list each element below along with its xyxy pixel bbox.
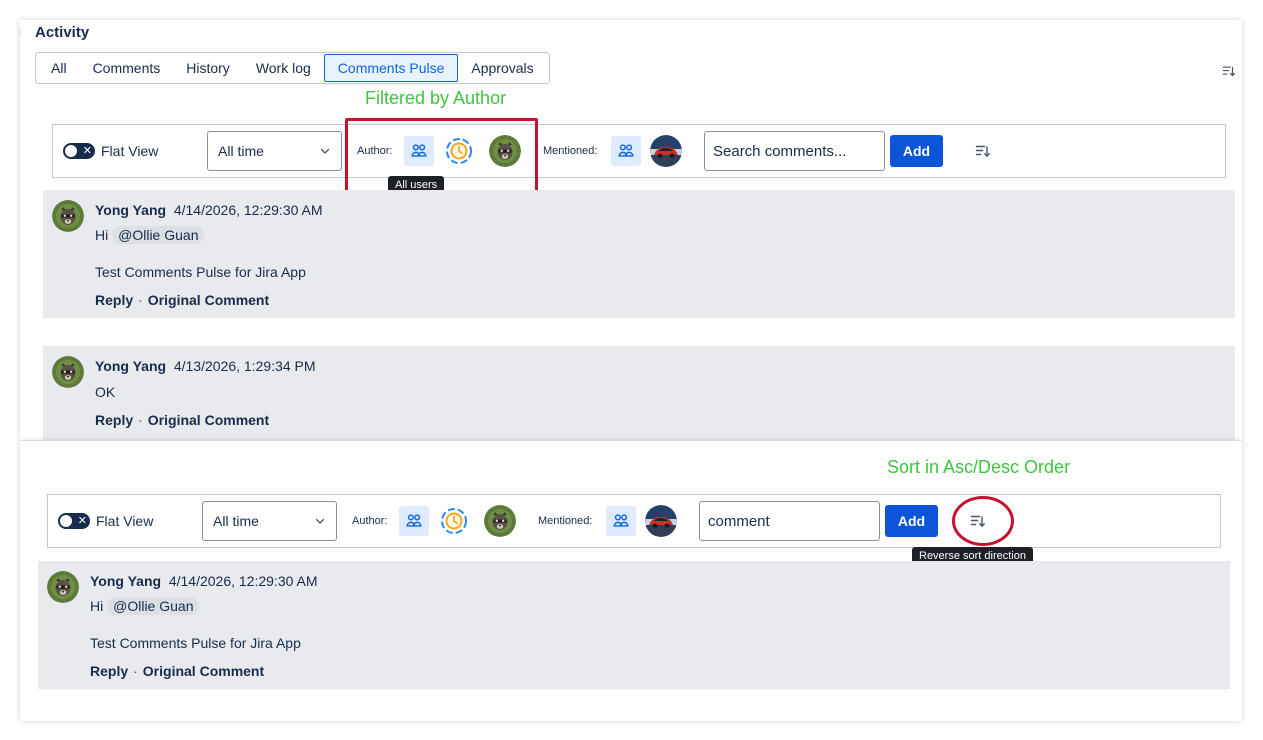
comment-timestamp: 4/13/2026, 1:29:34 PM [173,358,316,374]
comments-pulse-toolbar: ✕ Flat View All time Author: Mentioned: … [52,124,1226,178]
mentioned-all-users-button[interactable] [606,506,636,536]
activity-panel-bottom: Sort in Asc/Desc Order ✕ Flat View All t… [20,441,1242,721]
tab-approvals[interactable]: Approvals [458,54,546,82]
users-icon [617,142,635,160]
comment-avatar[interactable] [52,200,84,232]
tab-history[interactable]: History [173,54,243,82]
comment-text: Test Comments Pulse for Jira App [95,264,306,280]
flat-view-label: Flat View [96,513,154,529]
comment-actions: Reply · Original Comment [90,663,265,679]
tab-comments-pulse[interactable]: Comments Pulse [323,54,459,82]
reply-link[interactable]: Reply [95,292,133,308]
comment-actions: Reply · Original Comment [95,412,270,428]
activity-title: Activity [35,24,90,41]
users-icon [612,512,630,530]
mentioned-all-users-button[interactable] [611,136,641,166]
author-label: Author: [352,515,388,527]
original-comment-link[interactable]: Original Comment [148,292,269,308]
activity-panel-top: ‹ Activity All Comments History Work log… [20,20,1242,440]
raccoon-avatar-icon [52,200,84,232]
mentioned-label: Mentioned: [543,145,598,157]
flat-view-toggle[interactable]: ✕ Flat View [58,513,153,529]
raccoon-avatar-icon [484,505,516,537]
mention-chip[interactable]: @Ollie Guan [107,597,200,615]
original-comment-link[interactable]: Original Comment [148,412,269,428]
time-filter-select[interactable]: All time [202,501,337,541]
comment-line: Hi @Ollie Guan [95,226,205,244]
activity-tabs: All Comments History Work log Comments P… [35,52,550,84]
sort-icon [975,143,991,159]
comment-header: Yong Yang 4/14/2026, 12:29:30 AM [90,573,318,589]
comment-card: Yong Yang 4/14/2026, 12:29:30 AM Hi @Oll… [43,190,1235,318]
time-filter-select[interactable]: All time [207,131,342,171]
annotation-filtered-by-author: Filtered by Author [365,88,507,108]
comment-card: Yong Yang 4/13/2026, 1:29:34 PM OK Reply… [43,346,1235,440]
raccoon-avatar-icon [52,356,84,388]
reply-link[interactable]: Reply [90,663,128,679]
flat-view-label: Flat View [101,143,159,159]
reply-link[interactable]: Reply [95,412,133,428]
mention-chip[interactable]: @Ollie Guan [112,226,205,244]
mentioned-avatar-ollie-guan[interactable] [650,135,682,167]
comment-text: Test Comments Pulse for Jira App [90,635,301,651]
comment-author: Yong Yang [95,202,167,218]
comment-avatar[interactable] [52,356,84,388]
toggle-switch-icon: ✕ [58,513,90,529]
comment-header: Yong Yang 4/14/2026, 12:29:30 AM [95,202,323,218]
mentioned-avatar-ollie-guan[interactable] [645,505,677,537]
comments-pulse-toolbar: ✕ Flat View All time Author: Mentioned: … [47,494,1221,548]
highlight-sort-button [952,496,1014,546]
comment-author: Yong Yang [95,358,167,374]
annotation-sort-order: Sort in Asc/Desc Order [887,457,1071,477]
comment-actions: Reply · Original Comment [95,292,270,308]
mentioned-label: Mentioned: [538,515,593,527]
comment-text: Hi [95,227,113,243]
tab-work-log[interactable]: Work log [243,54,324,82]
toggle-switch-icon: ✕ [63,143,95,159]
sort-icon[interactable] [1222,64,1236,78]
car-avatar-icon [650,135,682,167]
add-button[interactable]: Add [885,505,938,537]
raccoon-avatar-icon [47,571,79,603]
clock-icon [438,505,470,537]
search-comments-input[interactable] [699,501,880,541]
comment-timestamp: 4/14/2026, 12:29:30 AM [173,202,323,218]
collapse-caret-icon[interactable]: ‹ [20,28,21,39]
search-comments-input[interactable] [704,131,885,171]
comment-avatar[interactable] [47,571,79,603]
tab-comments[interactable]: Comments [80,54,174,82]
chevron-down-icon [319,145,331,157]
car-avatar-icon [645,505,677,537]
author-all-users-button[interactable] [399,506,429,536]
original-comment-link[interactable]: Original Comment [143,663,264,679]
tab-all[interactable]: All [38,54,80,82]
time-filter-value: All time [218,143,264,159]
comment-text: OK [95,384,116,400]
add-button[interactable]: Add [890,135,943,167]
reverse-sort-button[interactable] [973,141,993,161]
comment-line: Hi @Ollie Guan [90,597,200,615]
author-recent-button[interactable] [438,505,470,537]
comment-author: Yong Yang [90,573,162,589]
time-filter-value: All time [213,513,259,529]
comment-header: Yong Yang 4/13/2026, 1:29:34 PM [95,358,316,374]
flat-view-toggle[interactable]: ✕ Flat View [63,143,158,159]
comment-card: Yong Yang 4/14/2026, 12:29:30 AM Hi @Oll… [38,561,1230,689]
chevron-down-icon [314,515,326,527]
author-avatar-yong-yang[interactable] [484,505,516,537]
users-icon [405,512,423,530]
comment-text: Hi [90,598,108,614]
comment-timestamp: 4/14/2026, 12:29:30 AM [168,573,318,589]
